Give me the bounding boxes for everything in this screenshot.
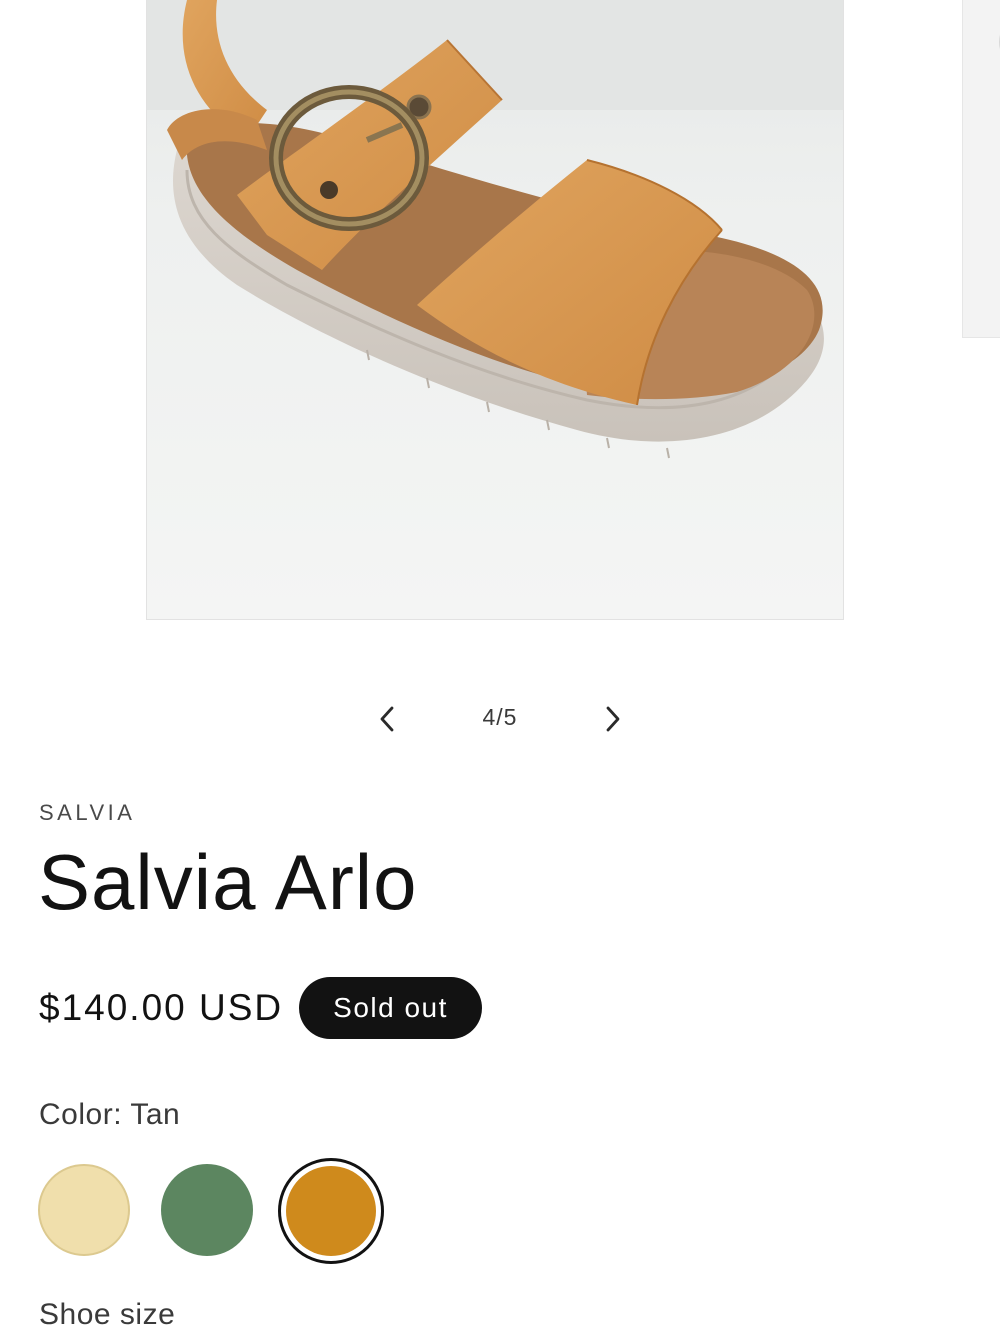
color-legend: Color: Tan (39, 1098, 181, 1131)
previous-slide-button[interactable] (366, 698, 410, 742)
color-swatch-tan (286, 1166, 376, 1256)
shoe-size-legend: Shoe size (39, 1298, 176, 1331)
product-price: $140.00 USD (39, 987, 284, 1028)
product-title: Salvia Arlo (38, 838, 418, 926)
slide-counter: 4/5 (482, 704, 518, 730)
product-media-gallery (0, 0, 1000, 640)
product-page: 4/5 SALVIA Salvia Arlo $140.00 USD Sold … (0, 0, 1000, 1333)
color-swatch-green[interactable] (161, 1164, 253, 1256)
sandal-photo (147, 0, 843, 619)
chevron-right-icon (602, 704, 622, 737)
product-vendor: SALVIA (39, 800, 136, 825)
next-slide-button[interactable] (590, 698, 634, 742)
product-image[interactable] (146, 0, 844, 620)
color-swatch-cream[interactable] (38, 1164, 130, 1256)
next-image-peek[interactable] (962, 0, 1000, 338)
color-swatch-tan-selected[interactable] (278, 1158, 384, 1264)
sold-out-badge: Sold out (299, 977, 482, 1039)
slider-controls: 4/5 (0, 690, 1000, 746)
price-row: $140.00 USD Sold out (39, 976, 482, 1040)
chevron-left-icon (378, 704, 398, 737)
